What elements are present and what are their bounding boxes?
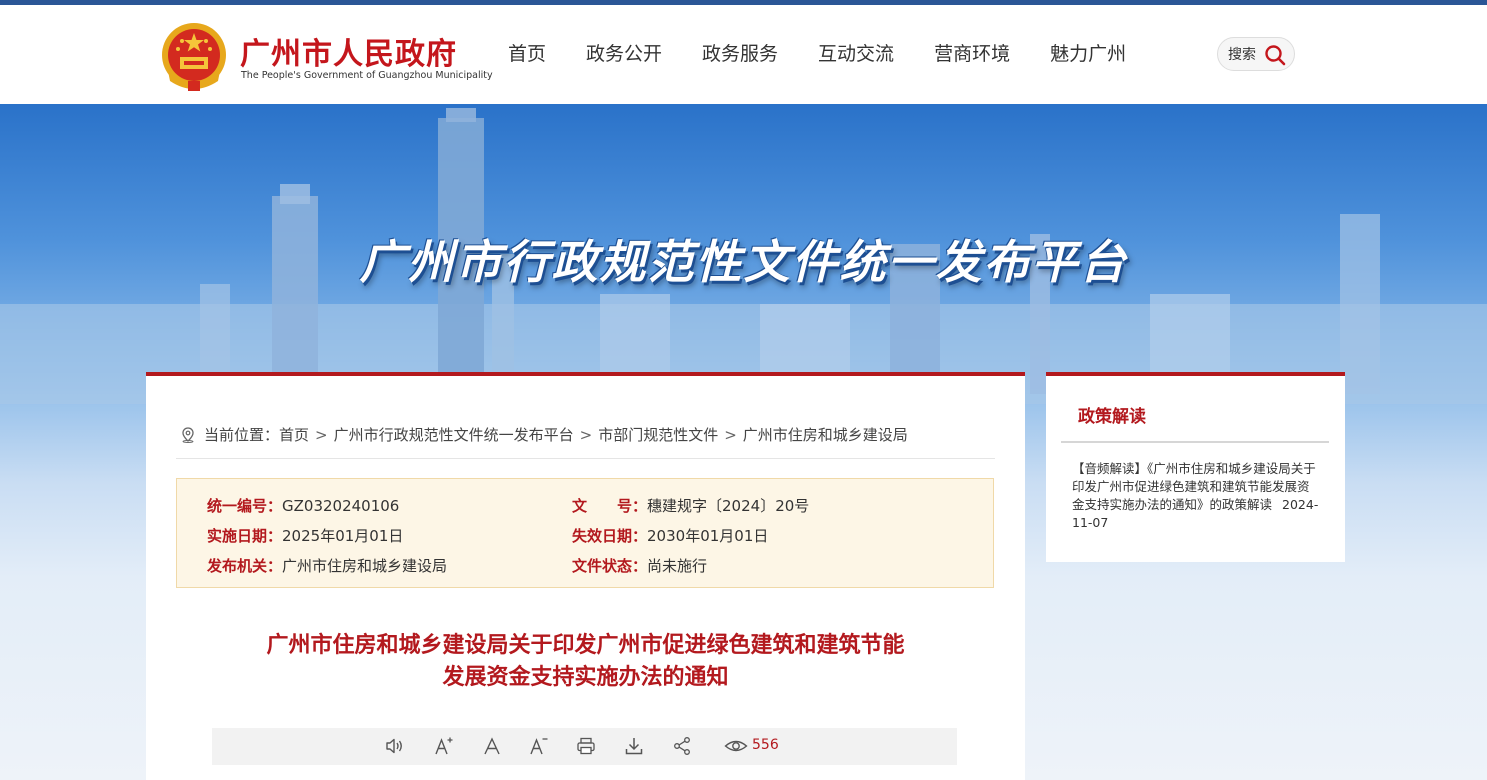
search-label: 搜索: [1228, 47, 1256, 63]
breadcrumb-housing-bureau[interactable]: 广州市住房和城乡建设局: [743, 424, 908, 445]
nav-item-business-environment[interactable]: 营商环境: [934, 39, 1010, 66]
location-pin-icon: [182, 426, 194, 443]
breadcrumb-department-docs[interactable]: 市部门规范性文件: [598, 424, 718, 445]
breadcrumb-home[interactable]: 首页: [279, 424, 309, 445]
main-nav: 首页 政务公开 政务服务 互动交流 营商环境 魅力广州: [508, 39, 1166, 66]
meta-doc-number: 文 号：穗建规字〔2024〕20号: [572, 495, 809, 516]
national-emblem-icon[interactable]: [160, 21, 228, 93]
nav-item-gov-affairs-open[interactable]: 政务公开: [586, 39, 662, 66]
meta-code-label: 统一编号：: [207, 497, 283, 515]
site-title[interactable]: 广州市人民政府: [240, 29, 457, 73]
meta-status-value: 尚未施行: [647, 557, 708, 575]
meta-code: 统一编号：GZ0320240106: [207, 495, 399, 516]
meta-start-date: 实施日期：2025年01月01日: [207, 525, 403, 546]
nav-item-interaction[interactable]: 互动交流: [818, 39, 894, 66]
breadcrumb-separator: >: [724, 425, 737, 444]
download-icon[interactable]: [624, 736, 644, 756]
banner-title: 广州市行政规范性文件统一发布平台: [359, 235, 1128, 289]
nav-item-charming-guangzhou[interactable]: 魅力广州: [1050, 39, 1126, 66]
meta-start-date-label: 实施日期：: [207, 527, 283, 545]
meta-status-label: 文件状态：: [572, 557, 648, 575]
font-decrease-icon[interactable]: [529, 736, 549, 756]
meta-issuer-value: 广州市住房和城乡建设局: [282, 557, 448, 575]
meta-issuer: 发布机关：广州市住房和城乡建设局: [207, 555, 447, 576]
site-header: 广州市人民政府 The People's Government of Guang…: [0, 5, 1487, 104]
search-icon: [1265, 45, 1286, 66]
breadcrumb-separator: >: [579, 425, 593, 444]
eye-icon: [724, 740, 748, 752]
site-subtitle: The People's Government of Guangzhou Mun…: [241, 70, 493, 81]
policy-interpretation-panel: 政策解读 【音频解读】《广州市住房和城乡建设局关于印发广州市促进绿色建筑和建筑节…: [1046, 372, 1345, 562]
meta-end-date: 失效日期：2030年01月01日: [572, 525, 768, 546]
breadcrumb-divider: [176, 458, 995, 459]
breadcrumb-prefix: 当前位置：: [204, 426, 280, 444]
document-title-line-1: 广州市住房和城乡建设局关于印发广州市促进绿色建筑和建筑节能: [266, 633, 905, 658]
sidebar-divider: [1061, 441, 1329, 443]
document-title-line-2: 发展资金支持实施办法的通知: [442, 665, 729, 690]
audio-icon[interactable]: [384, 736, 404, 756]
document-panel: 当前位置： 首页 > 广州市行政规范性文件统一发布平台 > 市部门规范性文件 >…: [146, 372, 1025, 780]
meta-issuer-label: 发布机关：: [207, 557, 283, 575]
sidebar-item-text: 【音频解读】《广州市住房和城乡建设局关于印发广州市促进绿色建筑和建筑节能发展资金…: [1072, 461, 1316, 512]
meta-doc-number-value: 穗建规字〔2024〕20号: [647, 497, 810, 515]
sidebar-item-interpretation[interactable]: 【音频解读】《广州市住房和城乡建设局关于印发广州市促进绿色建筑和建筑节能发展资金…: [1072, 460, 1320, 532]
meta-start-date-value: 2025年01月01日: [282, 527, 404, 545]
document-toolbar: 556: [212, 728, 957, 765]
meta-doc-number-label: 文 号：: [572, 497, 648, 515]
meta-end-date-label: 失效日期：: [572, 527, 648, 545]
view-count: 556: [752, 737, 779, 753]
nav-item-home[interactable]: 首页: [508, 39, 546, 66]
share-icon[interactable]: [672, 736, 692, 756]
meta-end-date-value: 2030年01月01日: [647, 527, 769, 545]
meta-status: 文件状态：尚未施行: [572, 555, 707, 576]
font-increase-icon[interactable]: [434, 736, 454, 756]
font-reset-icon[interactable]: [482, 736, 502, 756]
document-metadata: 统一编号：GZ0320240106 文 号：穗建规字〔2024〕20号 实施日期…: [176, 478, 994, 588]
meta-code-value: GZ0320240106: [282, 497, 400, 515]
search-button[interactable]: 搜索: [1217, 37, 1295, 71]
breadcrumb: 当前位置： 首页 > 广州市行政规范性文件统一发布平台 > 市部门规范性文件 >…: [180, 424, 908, 445]
nav-item-gov-services[interactable]: 政务服务: [702, 39, 778, 66]
print-icon[interactable]: [576, 736, 596, 756]
breadcrumb-platform[interactable]: 广州市行政规范性文件统一发布平台: [334, 424, 574, 445]
breadcrumb-separator: >: [315, 425, 328, 444]
document-title: 广州市住房和城乡建设局关于印发广州市促进绿色建筑和建筑节能 发展资金支持实施办法…: [186, 630, 985, 694]
sidebar-title: 政策解读: [1078, 407, 1146, 427]
